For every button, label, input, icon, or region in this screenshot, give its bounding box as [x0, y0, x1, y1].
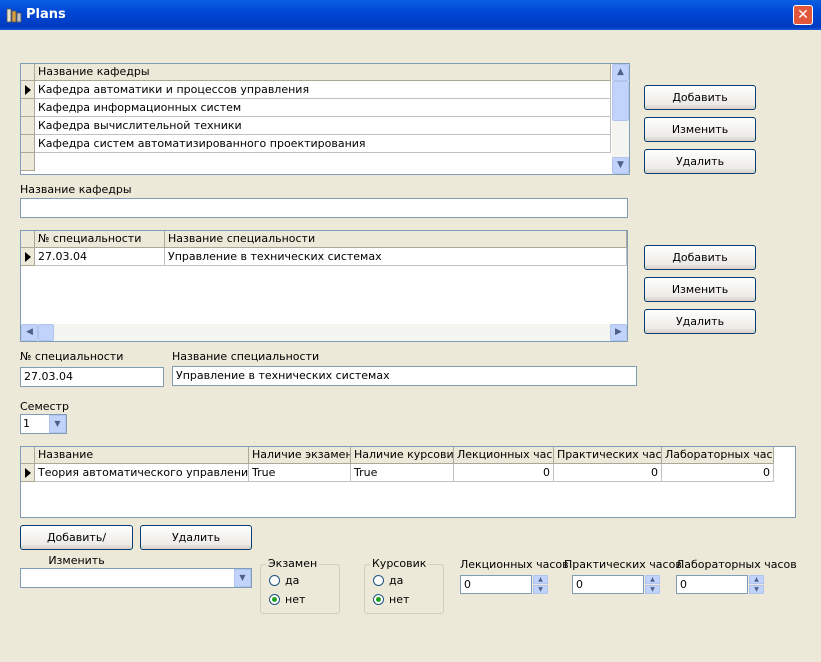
semester-combobox[interactable]: 1 ▼ [20, 414, 67, 434]
delete-specialty-button[interactable]: Удалить [644, 309, 756, 334]
exam-no-label[interactable]: нет [285, 593, 305, 606]
table-cell[interactable]: Управление в технических системах [165, 248, 627, 266]
grid-corner [21, 64, 35, 81]
column-header-practice-hours[interactable]: Практических часов [554, 447, 662, 464]
window-client: Название кафедры Кафедра автоматики и пр… [4, 30, 817, 658]
add-department-button[interactable]: Добавить [644, 85, 756, 110]
grid-corner [21, 447, 35, 464]
semester-label: Семестр [20, 400, 69, 413]
coursework-groupbox [364, 564, 444, 614]
edit-department-button[interactable]: Изменить [644, 117, 756, 142]
column-header-lecture-hours[interactable]: Лекционных часов [454, 447, 554, 464]
column-header-subject-name[interactable]: Название [35, 447, 249, 464]
spin-up-icon[interactable]: ▲ [749, 575, 764, 584]
app-icon [6, 8, 22, 23]
column-header-coursework[interactable]: Наличие курсовика [351, 447, 454, 464]
subject-combobox[interactable]: ▼ [20, 568, 252, 588]
table-cell[interactable]: 0 [454, 464, 554, 482]
scroll-thumb[interactable] [612, 81, 629, 121]
specialties-grid[interactable]: № специальности Название специальности 2… [20, 230, 628, 342]
exam-no-radio[interactable] [269, 594, 280, 605]
lecture-hours-field[interactable]: 0 [460, 575, 532, 594]
lecture-hours-label: Лекционных часов [460, 558, 569, 571]
table-row[interactable]: Кафедра систем автоматизированного проек… [35, 135, 611, 153]
column-header-exam[interactable]: Наличие экзамена [249, 447, 351, 464]
table-cell[interactable]: 0 [662, 464, 774, 482]
current-row-arrow-icon [25, 468, 31, 478]
coursework-group-title: Курсовик [370, 557, 429, 570]
table-cell[interactable]: True [351, 464, 454, 482]
scroll-up-icon[interactable]: ▲ [612, 64, 629, 81]
grid-corner [21, 231, 35, 248]
chevron-down-icon[interactable]: ▼ [234, 569, 251, 587]
delete-subject-button[interactable]: Удалить [140, 525, 252, 550]
table-cell[interactable]: 27.03.04 [35, 248, 165, 266]
row-indicator[interactable] [21, 135, 35, 153]
add-edit-subject-button[interactable]: Добавить/Изменить [20, 525, 133, 567]
table-cell[interactable]: 0 [554, 464, 662, 482]
title-bar[interactable]: Plans ✕ [0, 0, 821, 30]
current-row-arrow-icon [25, 85, 31, 95]
specialty-name-label: Название специальности [172, 350, 320, 363]
table-row[interactable]: Кафедра вычислительной техники [35, 117, 611, 135]
row-indicator[interactable] [21, 464, 35, 482]
specialty-number-field[interactable]: 27.03.04 [20, 367, 164, 387]
table-cell[interactable]: Теория автоматического управления [35, 464, 249, 482]
add-specialty-button[interactable]: Добавить [644, 245, 756, 270]
column-header-department-name[interactable]: Название кафедры [35, 64, 611, 81]
close-icon: ✕ [797, 7, 809, 23]
row-indicator[interactable] [21, 248, 35, 266]
exam-yes-radio[interactable] [269, 575, 280, 586]
semester-value: 1 [23, 417, 30, 430]
table-row[interactable]: Кафедра информационных систем [35, 99, 611, 117]
row-indicator[interactable] [21, 99, 35, 117]
row-indicator[interactable] [21, 81, 35, 99]
exam-group-title: Экзамен [266, 557, 320, 570]
spin-down-icon[interactable]: ▼ [533, 585, 548, 594]
coursework-yes-radio[interactable] [373, 575, 384, 586]
coursework-yes-label[interactable]: да [389, 574, 403, 587]
coursework-no-radio[interactable] [373, 594, 384, 605]
specialty-number-label: № специальности [20, 350, 124, 363]
department-name-field[interactable] [20, 198, 628, 218]
exam-yes-label[interactable]: да [285, 574, 299, 587]
department-name-label: Название кафедры [20, 183, 132, 196]
delete-department-button[interactable]: Удалить [644, 149, 756, 174]
chevron-down-icon[interactable]: ▼ [49, 415, 66, 433]
lab-hours-spinner[interactable]: ▲ ▼ [749, 575, 764, 594]
column-header-specialty-number[interactable]: № специальности [35, 231, 165, 248]
column-header-lab-hours[interactable]: Лабораторных часов [662, 447, 774, 464]
scroll-left-icon[interactable]: ◀ [21, 324, 38, 341]
lecture-hours-spinner[interactable]: ▲ ▼ [533, 575, 548, 594]
spin-down-icon[interactable]: ▼ [645, 585, 660, 594]
practice-hours-field[interactable]: 0 [572, 575, 644, 594]
practice-hours-label: Практических часов [564, 558, 682, 571]
exam-groupbox [260, 564, 340, 614]
column-header-specialty-name[interactable]: Название специальности [165, 231, 627, 248]
lab-hours-label: Лабораторных часов [676, 558, 797, 571]
spin-down-icon[interactable]: ▼ [749, 585, 764, 594]
row-indicator[interactable] [21, 153, 35, 171]
lab-hours-field[interactable]: 0 [676, 575, 748, 594]
horizontal-scrollbar[interactable]: ◀ ▶ [21, 324, 627, 341]
edit-specialty-button[interactable]: Изменить [644, 277, 756, 302]
departments-grid[interactable]: Название кафедры Кафедра автоматики и пр… [20, 63, 630, 175]
scroll-thumb[interactable] [38, 324, 54, 341]
subjects-grid[interactable]: Название Наличие экзамена Наличие курсов… [20, 446, 796, 518]
row-indicator[interactable] [21, 117, 35, 135]
table-row[interactable]: Кафедра автоматики и процессов управлени… [35, 81, 611, 99]
current-row-arrow-icon [25, 252, 31, 262]
close-button[interactable]: ✕ [793, 5, 813, 25]
scroll-right-icon[interactable]: ▶ [610, 324, 627, 341]
window-title: Plans [26, 7, 66, 22]
spin-up-icon[interactable]: ▲ [533, 575, 548, 584]
table-cell[interactable]: True [249, 464, 351, 482]
spin-up-icon[interactable]: ▲ [645, 575, 660, 584]
coursework-no-label[interactable]: нет [389, 593, 409, 606]
practice-hours-spinner[interactable]: ▲ ▼ [645, 575, 660, 594]
vertical-scrollbar[interactable]: ▲ ▼ [612, 64, 629, 174]
specialty-name-field[interactable]: Управление в технических системах [172, 366, 637, 386]
scroll-down-icon[interactable]: ▼ [612, 157, 629, 174]
